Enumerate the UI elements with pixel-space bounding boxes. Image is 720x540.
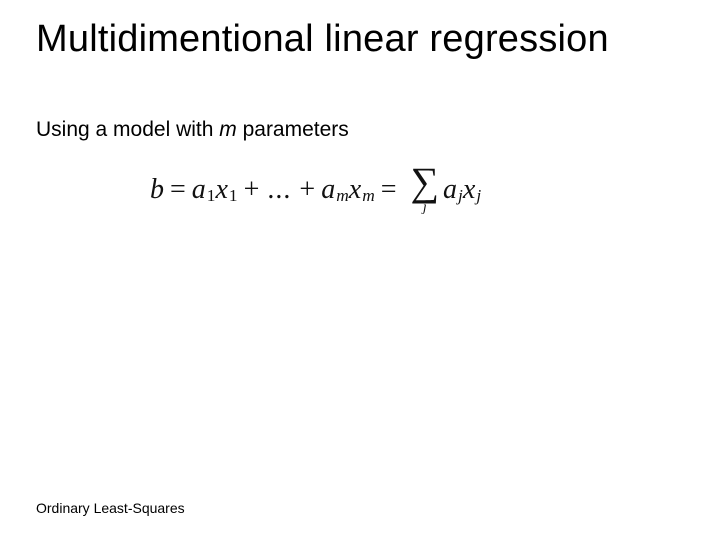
slide-subtitle: Using a model with m parameters xyxy=(36,118,349,142)
eq-am-sub: m xyxy=(335,186,349,206)
eq-xm-sub: m xyxy=(361,186,375,206)
slide-title: Multidimentional linear regression xyxy=(36,18,609,61)
eq-xm-x: x xyxy=(349,174,361,206)
eq-equals-2: = xyxy=(375,174,403,206)
eq-x1-sub: 1 xyxy=(228,186,238,206)
eq-plus-1: + xyxy=(238,174,266,206)
eq-equals-1: = xyxy=(164,174,192,206)
eq-plus-2: + xyxy=(293,174,321,206)
eq-a1-sub: 1 xyxy=(206,186,216,206)
eq-sum: ∑ j xyxy=(411,165,440,215)
slide: Multidimentional linear regression Using… xyxy=(0,0,720,540)
subtitle-var-m: m xyxy=(219,118,237,141)
eq-b: b xyxy=(150,174,164,206)
eq-a1-a: a xyxy=(192,174,206,206)
equation-line: b = a1 x1 + ... + am xm = ∑ j aj xj xyxy=(150,165,580,215)
eq-dots: ... xyxy=(265,174,293,206)
eq-xj-sub: j xyxy=(475,186,481,206)
equation: b = a1 x1 + ... + am xm = ∑ j aj xj xyxy=(150,165,580,215)
eq-am-a: a xyxy=(321,174,335,206)
eq-xj-x: x xyxy=(463,174,475,206)
sigma-icon: ∑ xyxy=(411,165,440,199)
subtitle-pre: Using a model with xyxy=(36,118,219,141)
eq-aj-sub: j xyxy=(457,186,463,206)
subtitle-post: parameters xyxy=(237,118,349,141)
eq-sum-index: j xyxy=(423,201,427,215)
footer-text: Ordinary Least-Squares xyxy=(36,500,185,516)
eq-x1-x: x xyxy=(215,174,227,206)
eq-aj-a: a xyxy=(443,174,457,206)
